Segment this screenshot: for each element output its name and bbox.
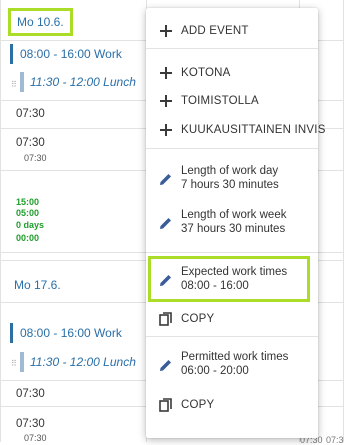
permitted-value: 06:00 - 20:00 xyxy=(181,365,249,377)
copy-icon xyxy=(159,312,173,326)
time-cell[interactable]: 07:30 xyxy=(16,108,45,120)
time-cell[interactable]: 07:30 xyxy=(16,418,45,430)
drag-handle-icon[interactable]: ⠿ xyxy=(11,80,17,89)
plus-icon xyxy=(159,66,173,80)
work-day-label: Length of work day xyxy=(181,165,279,177)
add-event-label: ADD EVENT xyxy=(181,25,249,37)
event-bar xyxy=(10,44,13,64)
menu-divider xyxy=(146,336,318,337)
work-week-value: 37 hours 30 minutes xyxy=(181,223,286,235)
event-bar xyxy=(20,352,24,372)
context-menu: ADD EVENT KOTONA TOIMISTOLLA KUUKAUSITTA… xyxy=(146,8,325,438)
pencil-icon xyxy=(159,358,173,372)
pencil-icon xyxy=(159,216,173,230)
menu-divider xyxy=(146,148,318,149)
grid-line xyxy=(0,0,1,442)
menu-divider xyxy=(146,252,318,253)
permitted-label: Permitted work times xyxy=(181,351,289,363)
copy-label: COPY xyxy=(181,399,215,411)
day-header[interactable]: Mo 10.6. xyxy=(8,8,73,36)
template-label: KUUKAUSITTAINEN INVIS xyxy=(181,124,326,136)
plus-icon xyxy=(159,24,173,38)
plus-icon xyxy=(159,94,173,108)
drag-handle-icon[interactable]: ⠿ xyxy=(11,359,17,368)
lunch-event-label: 11:30 - 12:00 Lunch xyxy=(30,75,136,89)
pencil-icon xyxy=(159,172,173,186)
work-week-label: Length of work week xyxy=(181,209,287,221)
expected-value: 08:00 - 16:00 xyxy=(181,280,249,292)
lunch-event-label: 11:30 - 12:00 Lunch xyxy=(30,355,136,369)
summary-value: 00:00 xyxy=(16,233,40,243)
work-day-value: 7 hours 30 minutes xyxy=(181,179,279,191)
expected-label: Expected work times xyxy=(181,266,288,278)
template-label: KOTONA xyxy=(181,67,231,79)
time-cell[interactable]: 07:30 xyxy=(16,137,45,149)
copy-label: COPY xyxy=(181,313,215,325)
day-header[interactable]: Mo 17.6. xyxy=(8,272,67,298)
event-bar xyxy=(10,323,13,343)
event-bar xyxy=(20,72,24,92)
time-cell-small: 07:30 xyxy=(24,153,47,163)
summary-value: 0 days xyxy=(16,220,45,230)
background-time: 07:30 xyxy=(326,435,344,445)
work-event-label: 08:00 - 16:00 Work xyxy=(20,47,122,61)
summary-value: 05:00 xyxy=(16,208,40,218)
template-label: TOIMISTOLLA xyxy=(181,95,259,107)
plus-icon xyxy=(159,123,173,137)
work-event-label: 08:00 - 16:00 Work xyxy=(20,326,122,340)
copy-icon xyxy=(159,398,173,412)
summary-value: 15:00 xyxy=(16,197,40,207)
menu-divider xyxy=(146,48,318,49)
pencil-icon xyxy=(159,273,173,287)
time-cell[interactable]: 07:30 xyxy=(16,388,45,400)
